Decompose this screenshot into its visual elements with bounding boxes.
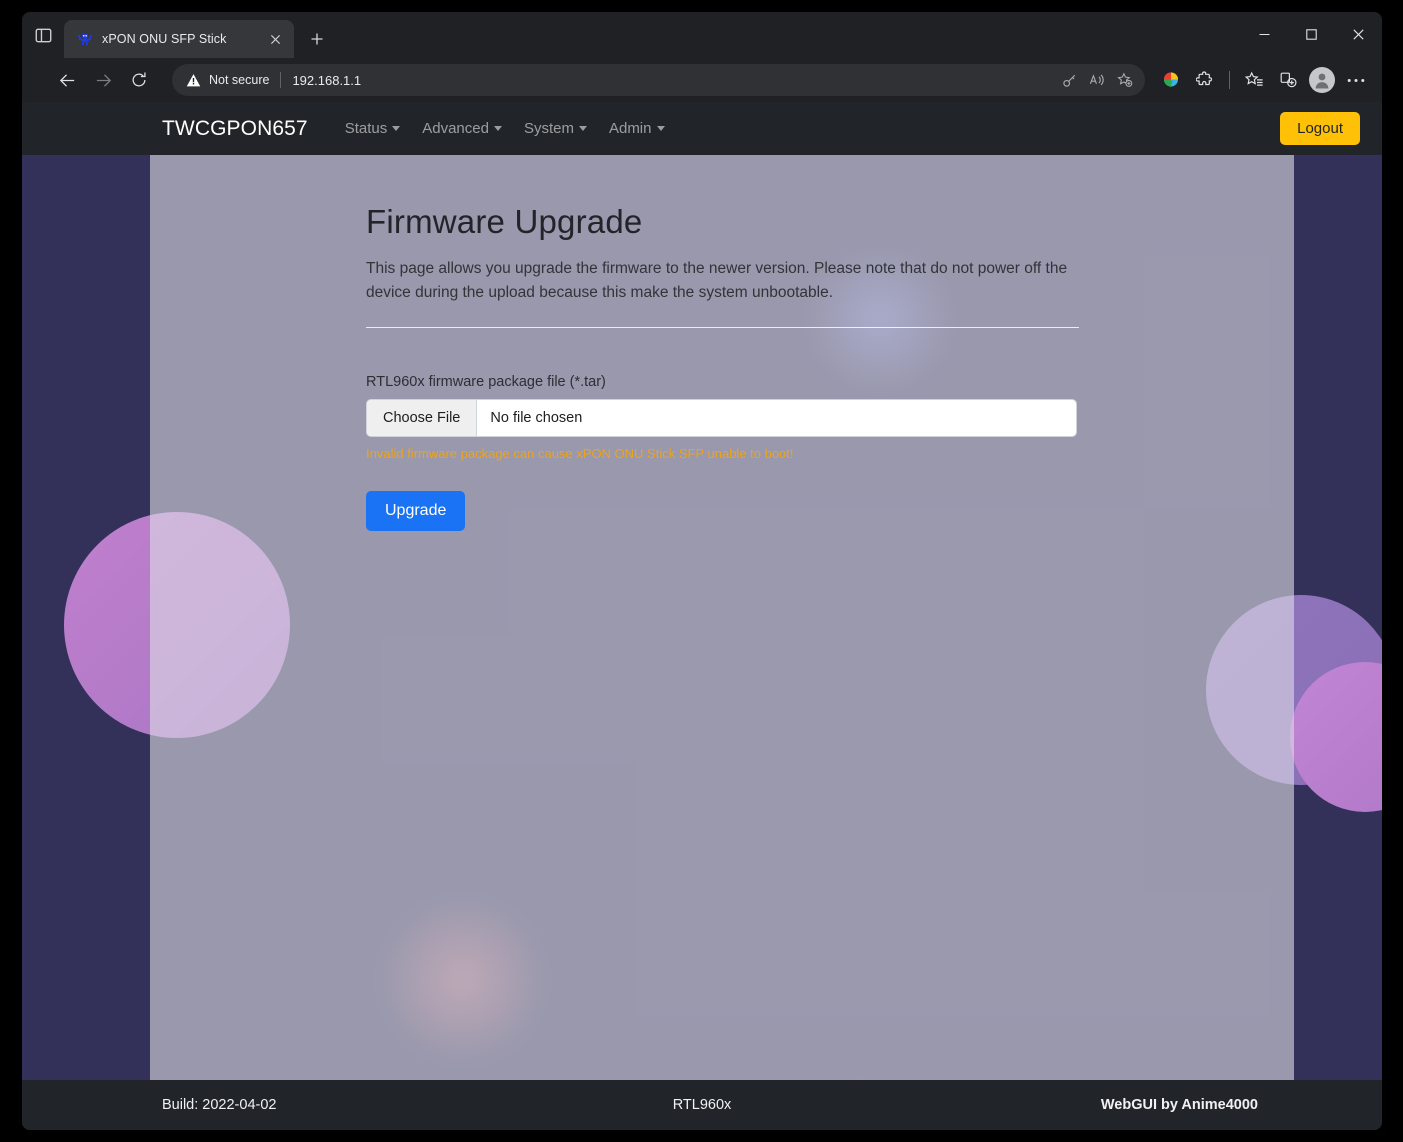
forward-icon[interactable] [86,63,120,97]
page-viewport: TWCGPON657 Status Advanced System Admin [22,102,1382,1130]
read-aloud-icon[interactable] [1083,66,1111,94]
tab-search-icon[interactable] [22,12,64,58]
page-description: This page allows you upgrade the firmwar… [366,260,1068,302]
key-icon[interactable] [1055,66,1083,94]
footer-chipset: RTL960x [672,1097,732,1113]
content-container: Firmware Upgrade This page allows you up… [150,155,1294,1080]
avatar [1309,67,1335,93]
choose-file-button[interactable]: Choose File [367,399,478,436]
pixel-character-icon [76,31,93,48]
page-title: Firmware Upgrade [366,203,643,240]
upgrade-button[interactable]: Upgrade [366,490,466,531]
browser-tab[interactable]: xPON ONU SFP Stick [64,20,294,58]
close-icon[interactable] [1335,12,1382,56]
new-tab-button[interactable] [300,22,334,56]
chevron-down-icon [578,126,587,131]
nav-item-admin[interactable]: Admin [598,114,676,143]
section-divider [366,326,1079,328]
chevron-down-icon [392,126,401,131]
nav-item-advanced[interactable]: Advanced [411,114,513,143]
browser-window: xPON ONU SFP Stick Not secure 192.168.1.… [22,12,1382,1130]
firmware-upgrade-form: Firmware Upgrade This page allows you up… [150,155,1294,531]
logout-button[interactable]: Logout [1280,112,1360,145]
nav-item-system[interactable]: System [513,114,598,143]
nav-item-label: Advanced [422,120,489,137]
browser-toolbar: Not secure 192.168.1.1 [22,58,1382,102]
reload-icon[interactable] [122,63,156,97]
nav-item-label: Status [344,120,388,137]
toolbar-divider [1229,71,1230,89]
chevron-down-icon [656,126,665,131]
tab-strip: xPON ONU SFP Stick [22,12,1382,58]
tab-title: xPON ONU SFP Stick [102,32,227,46]
nav-item-label: System [523,120,574,137]
firmware-warning-text: Invalid firmware package can cause xPON … [366,445,794,461]
site-navbar: TWCGPON657 Status Advanced System Admin [22,102,1382,155]
browser-essentials-icon[interactable] [1155,64,1187,96]
footer-build: Build: 2022-04-02 [162,1097,277,1113]
maximize-icon[interactable] [1288,12,1335,56]
back-icon[interactable] [50,63,84,97]
site-footer: Build: 2022-04-02 RTL960x WebGUI by Anim… [22,1080,1382,1130]
minimize-icon[interactable] [1241,12,1288,56]
tab-close-icon[interactable] [264,28,286,50]
chosen-file-name: No file chosen [490,409,583,426]
nav-item-status[interactable]: Status [334,114,412,143]
security-status-label: Not secure [209,73,270,87]
site-brand[interactable]: TWCGPON657 [162,117,308,141]
url-text[interactable]: 192.168.1.1 [292,73,1047,88]
site-nav: Status Advanced System Admin [334,114,676,143]
firmware-file-input[interactable]: Choose File No file chosen [366,398,1077,437]
split-screen-icon[interactable] [1272,64,1304,96]
address-bar[interactable]: Not secure 192.168.1.1 [172,64,1145,96]
settings-more-icon[interactable] [1340,64,1372,96]
omnibox-divider [280,72,282,88]
browser-toolbar-actions [1155,64,1372,96]
chevron-down-icon [493,126,502,131]
profile-avatar-icon[interactable] [1306,64,1338,96]
warning-triangle-icon [186,73,201,86]
footer-credit: WebGUI by Anime4000 [1100,1097,1258,1113]
window-controls [1241,12,1382,56]
omnibox-actions [1055,66,1139,94]
firmware-file-label: RTL960x firmware package file (*.tar) [366,373,606,390]
extensions-icon[interactable] [1189,64,1221,96]
add-favorite-icon[interactable] [1111,66,1139,94]
favorites-icon[interactable] [1238,64,1270,96]
nav-item-label: Admin [608,120,652,137]
